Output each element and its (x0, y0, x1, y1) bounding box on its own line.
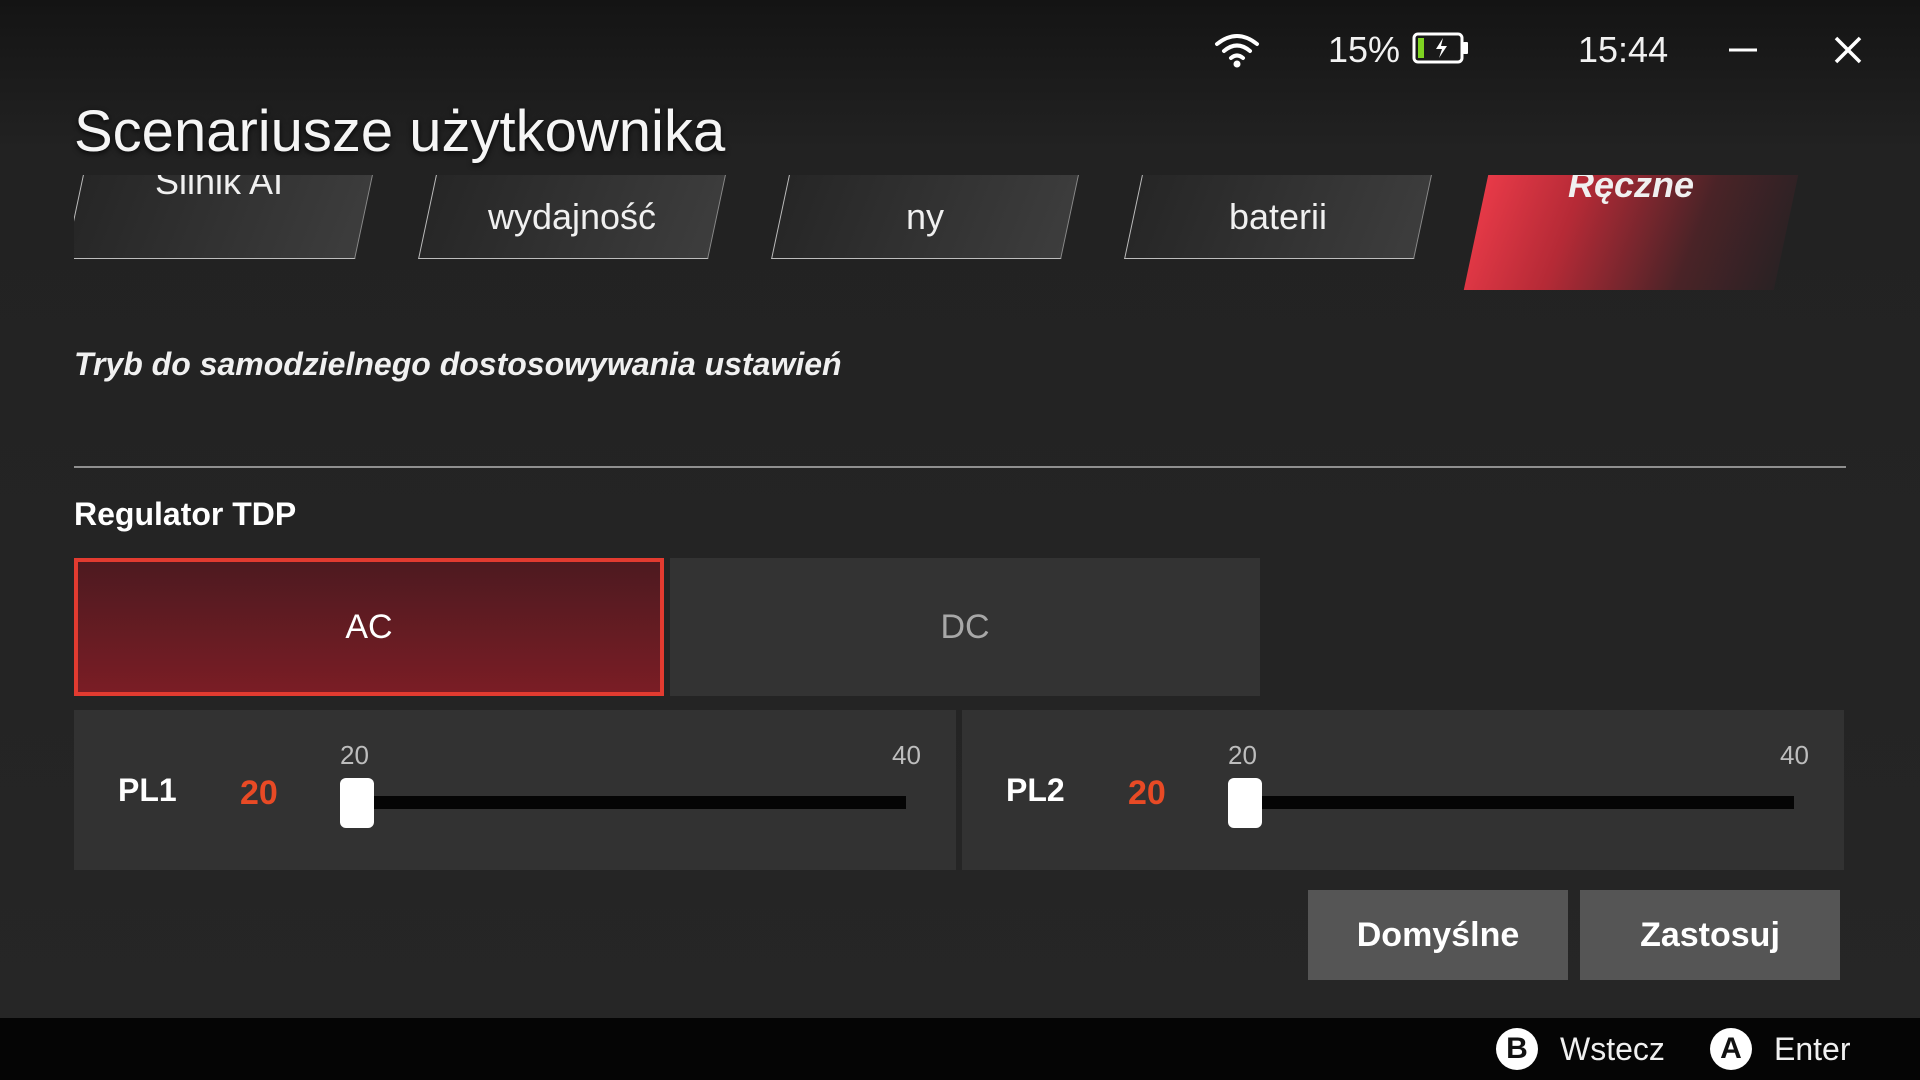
minimize-icon (1729, 48, 1757, 52)
battery-charging-icon (1412, 31, 1470, 70)
pl1-slider-panel: PL1 20 20 40 (74, 710, 956, 870)
clock: 15:44 (1578, 29, 1669, 70)
back-label: Wstecz (1560, 1030, 1665, 1067)
battery-status: 15% (1328, 22, 1470, 78)
default-button[interactable]: Domyślne (1308, 890, 1568, 980)
divider (74, 466, 1846, 468)
pl1-label: PL1 (118, 772, 177, 808)
pl2-value: 20 (1128, 774, 1166, 812)
mode-description: Tryb do samodzielnego dostosowywania ust… (74, 346, 842, 382)
back-hint[interactable]: B Wstecz (1496, 1026, 1665, 1072)
tab-label: Silnik AI (154, 175, 284, 202)
ac-mode-button[interactable]: AC (74, 558, 664, 696)
scenario-tabs: Silnik AI wydajność ny baterii Ręczne (74, 175, 1814, 295)
pl2-min-label: 20 (1228, 740, 1257, 770)
footer-bar: B Wstecz A Enter (0, 1018, 1920, 1080)
tab-label: ny (905, 196, 945, 237)
tab-performance[interactable]: wydajność (418, 175, 726, 259)
tab-battery[interactable]: baterii (1124, 175, 1432, 259)
pl2-label: PL2 (1006, 772, 1065, 808)
tab-ai-engine[interactable]: Silnik AI (74, 175, 373, 259)
close-button[interactable] (1820, 22, 1876, 78)
minimize-button[interactable] (1715, 22, 1771, 78)
battery-percent: 15% (1328, 29, 1401, 70)
tab-label: wydajność (487, 196, 657, 237)
pl1-slider-track[interactable] (340, 796, 906, 809)
wifi-icon (1214, 22, 1264, 78)
pl1-value: 20 (240, 774, 278, 812)
pl2-slider-track[interactable] (1228, 796, 1794, 809)
dc-mode-button[interactable]: DC (670, 558, 1260, 696)
pl1-slider-thumb[interactable] (340, 778, 374, 828)
tab-manual[interactable]: Ręczne (1463, 175, 1799, 290)
tdp-section-title: Regulator TDP (74, 496, 297, 532)
a-button-icon: A (1710, 1028, 1752, 1070)
enter-label: Enter (1774, 1030, 1851, 1067)
apply-button[interactable]: Zastosuj (1580, 890, 1840, 980)
pl1-min-label: 20 (340, 740, 369, 770)
tab-mode-3[interactable]: ny (771, 175, 1079, 259)
tab-label: Ręczne (1567, 175, 1695, 205)
tab-label: baterii (1228, 196, 1328, 237)
pl2-max-label: 40 (1780, 740, 1809, 770)
pl2-slider-thumb[interactable] (1228, 778, 1262, 828)
enter-hint[interactable]: A Enter (1710, 1026, 1850, 1072)
pl1-max-label: 40 (892, 740, 921, 770)
pl2-slider-panel: PL2 20 20 40 (962, 710, 1844, 870)
b-button-icon: B (1496, 1028, 1538, 1070)
close-icon (1834, 36, 1862, 64)
page-title: Scenariusze użytkownika (74, 99, 726, 164)
